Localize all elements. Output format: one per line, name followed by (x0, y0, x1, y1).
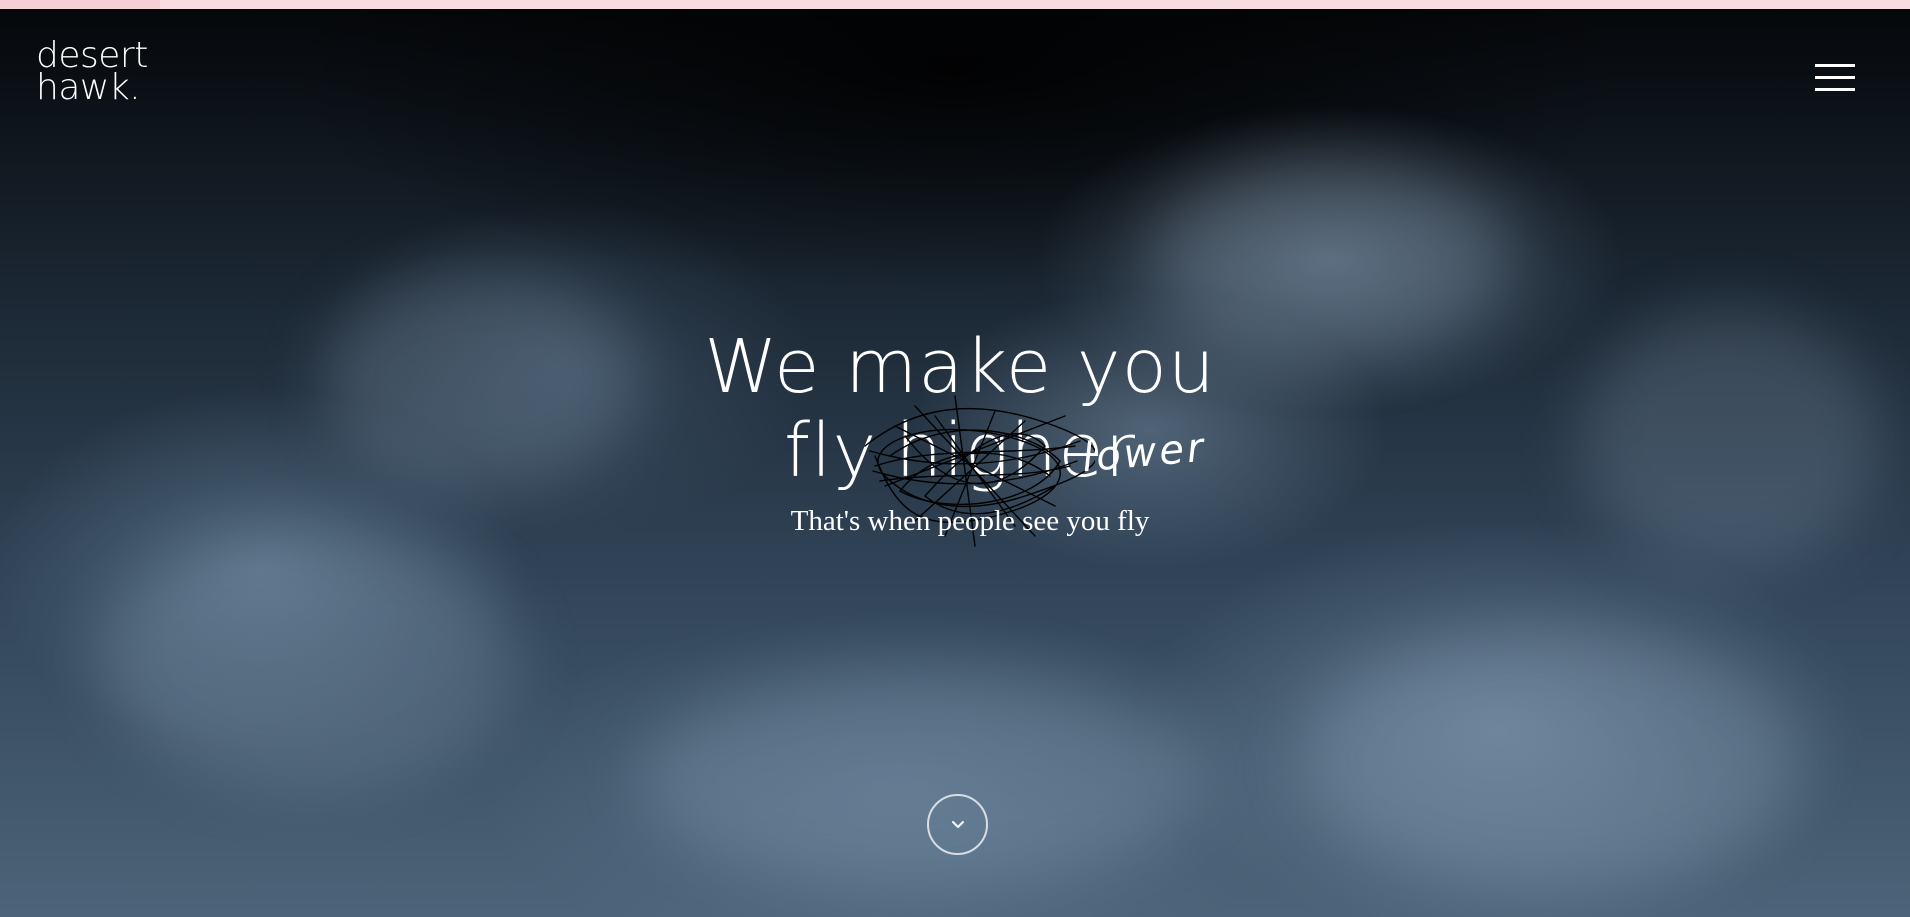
smoke-cloud (100, 529, 520, 789)
hero-subline: That's when people see you fly (790, 505, 1150, 537)
scroll-down-button[interactable] (927, 794, 988, 855)
smoke-cloud (1300, 629, 1800, 889)
smoke-cloud (1580, 309, 1880, 569)
hamburger-menu-icon (1815, 88, 1855, 91)
hamburger-menu-icon (1815, 76, 1855, 79)
smoke-cloud (640, 669, 1200, 889)
top-strip (0, 0, 1910, 9)
hamburger-menu-button[interactable] (1815, 64, 1857, 94)
logo-line-2: hawk. (36, 67, 141, 108)
top-strip-inner (160, 0, 1910, 9)
brand-logo[interactable]: desert hawk. (36, 38, 166, 108)
hamburger-menu-icon (1815, 64, 1855, 67)
smoke-cloud (320, 269, 640, 489)
chevron-down-icon (952, 821, 964, 828)
